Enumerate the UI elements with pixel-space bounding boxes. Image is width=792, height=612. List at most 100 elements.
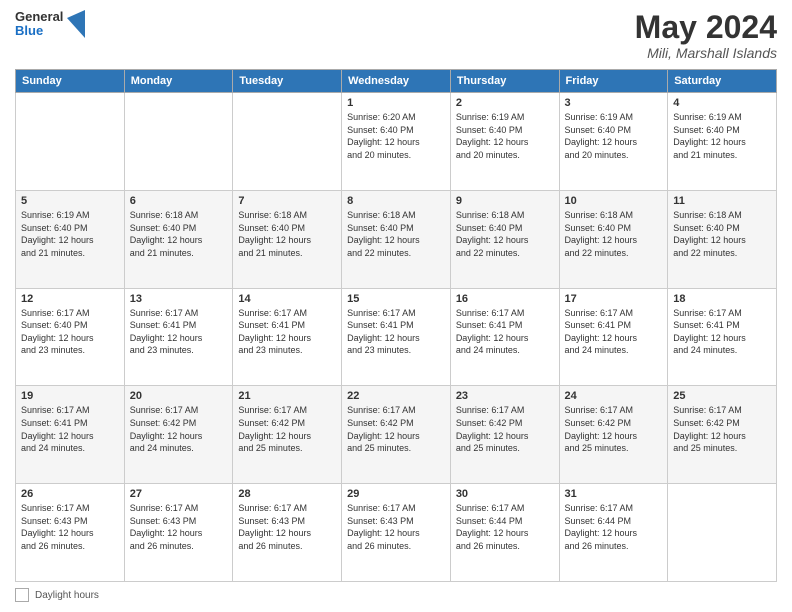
day-info: Sunrise: 6:17 AM Sunset: 6:44 PM Dayligh… [456,502,554,552]
day-number: 13 [130,293,228,305]
calendar-cell [668,484,777,582]
day-info: Sunrise: 6:18 AM Sunset: 6:40 PM Dayligh… [238,209,336,259]
day-info: Sunrise: 6:17 AM Sunset: 6:40 PM Dayligh… [21,307,119,357]
calendar-header-wednesday: Wednesday [342,70,451,93]
day-number: 9 [456,195,554,207]
calendar-week-row: 12Sunrise: 6:17 AM Sunset: 6:40 PM Dayli… [16,288,777,386]
day-number: 17 [565,293,663,305]
day-number: 20 [130,390,228,402]
day-number: 18 [673,293,771,305]
day-info: Sunrise: 6:18 AM Sunset: 6:40 PM Dayligh… [347,209,445,259]
day-info: Sunrise: 6:17 AM Sunset: 6:44 PM Dayligh… [565,502,663,552]
day-info: Sunrise: 6:17 AM Sunset: 6:43 PM Dayligh… [238,502,336,552]
day-info: Sunrise: 6:17 AM Sunset: 6:42 PM Dayligh… [347,404,445,454]
day-number: 22 [347,390,445,402]
day-number: 15 [347,293,445,305]
day-number: 26 [21,488,119,500]
calendar-cell: 2Sunrise: 6:19 AM Sunset: 6:40 PM Daylig… [450,93,559,191]
calendar-cell: 1 Sunrise: 6:20 AM Sunset: 6:40 PM Daylig… [342,93,451,191]
day-info: Sunrise: 6:18 AM Sunset: 6:40 PM Dayligh… [565,209,663,259]
day-number: 14 [238,293,336,305]
calendar-cell: 26 Sunrise: 6:17 AM Sunset: 6:43 PM Dayli… [16,484,125,582]
day-info: Sunrise: 6:19 AM Sunset: 6:40 PM Dayligh… [565,111,663,161]
footer: Daylight hours [15,588,777,602]
calendar-cell: 25 Sunrise: 6:17 AM Sunset: 6:42 PM Dayli… [668,386,777,484]
calendar-header-sunday: Sunday [16,70,125,93]
day-info: Sunrise: 6:17 AM Sunset: 6:41 PM Dayligh… [673,307,771,357]
calendar-cell: 12Sunrise: 6:17 AM Sunset: 6:40 PM Dayli… [16,288,125,386]
day-number: 31 [565,488,663,500]
calendar-cell: 18 Sunrise: 6:17 AM Sunset: 6:41 PM Dayli… [668,288,777,386]
day-info: Sunrise: 6:17 AM Sunset: 6:41 PM Dayligh… [347,307,445,357]
day-number: 10 [565,195,663,207]
calendar-header-monday: Monday [124,70,233,93]
calendar-cell: 7Sunrise: 6:18 AM Sunset: 6:40 PM Daylig… [233,190,342,288]
logo-general: General [15,10,63,24]
day-info: Sunrise: 6:19 AM Sunset: 6:40 PM Dayligh… [673,111,771,161]
day-info: Sunrise: 6:18 AM Sunset: 6:40 PM Dayligh… [130,209,228,259]
day-number: 19 [21,390,119,402]
page: General Blue May 2024 Mili, Marshall Isl… [0,0,792,612]
logo-blue: Blue [15,24,63,38]
calendar-cell: 19Sunrise: 6:17 AM Sunset: 6:41 PM Dayli… [16,386,125,484]
day-number: 16 [456,293,554,305]
day-info: Sunrise: 6:17 AM Sunset: 6:42 PM Dayligh… [673,404,771,454]
day-info: Sunrise: 6:18 AM Sunset: 6:40 PM Dayligh… [673,209,771,259]
day-number: 8 [347,195,445,207]
logo-icon [67,10,85,38]
day-number: 25 [673,390,771,402]
calendar-cell: 14 Sunrise: 6:17 AM Sunset: 6:41 PM Dayli… [233,288,342,386]
day-info: Sunrise: 6:19 AM Sunset: 6:40 PM Dayligh… [456,111,554,161]
calendar-cell: 6 Sunrise: 6:18 AM Sunset: 6:40 PM Daylig… [124,190,233,288]
calendar-cell: 3Sunrise: 6:19 AM Sunset: 6:40 PM Daylig… [559,93,668,191]
calendar-week-row: 1 Sunrise: 6:20 AM Sunset: 6:40 PM Daylig… [16,93,777,191]
day-number: 1 [347,97,445,109]
day-info: Sunrise: 6:17 AM Sunset: 6:41 PM Dayligh… [130,307,228,357]
day-info: Sunrise: 6:17 AM Sunset: 6:41 PM Dayligh… [565,307,663,357]
calendar-header-friday: Friday [559,70,668,93]
calendar-cell [233,93,342,191]
day-number: 30 [456,488,554,500]
day-info: Sunrise: 6:17 AM Sunset: 6:42 PM Dayligh… [238,404,336,454]
calendar-cell: 28 Sunrise: 6:17 AM Sunset: 6:43 PM Dayli… [233,484,342,582]
logo: General Blue [15,10,85,39]
day-info: Sunrise: 6:18 AM Sunset: 6:40 PM Dayligh… [456,209,554,259]
calendar-cell: 13 Sunrise: 6:17 AM Sunset: 6:41 PM Dayli… [124,288,233,386]
day-info: Sunrise: 6:17 AM Sunset: 6:43 PM Dayligh… [130,502,228,552]
calendar-cell: 11 Sunrise: 6:18 AM Sunset: 6:40 PM Dayli… [668,190,777,288]
day-info: Sunrise: 6:19 AM Sunset: 6:40 PM Dayligh… [21,209,119,259]
calendar-cell [16,93,125,191]
day-number: 4 [673,97,771,109]
day-number: 21 [238,390,336,402]
calendar-header-saturday: Saturday [668,70,777,93]
calendar-header-thursday: Thursday [450,70,559,93]
calendar-header-row: SundayMondayTuesdayWednesdayThursdayFrid… [16,70,777,93]
day-info: Sunrise: 6:17 AM Sunset: 6:41 PM Dayligh… [456,307,554,357]
calendar-cell: 23Sunrise: 6:17 AM Sunset: 6:42 PM Dayli… [450,386,559,484]
day-number: 11 [673,195,771,207]
header-right: May 2024 Mili, Marshall Islands [635,10,777,61]
day-number: 28 [238,488,336,500]
day-info: Sunrise: 6:17 AM Sunset: 6:43 PM Dayligh… [21,502,119,552]
day-info: Sunrise: 6:17 AM Sunset: 6:43 PM Dayligh… [347,502,445,552]
calendar-cell: 30 Sunrise: 6:17 AM Sunset: 6:44 PM Dayli… [450,484,559,582]
day-info: Sunrise: 6:20 AM Sunset: 6:40 PM Dayligh… [347,111,445,161]
calendar-cell: 22 Sunrise: 6:17 AM Sunset: 6:42 PM Dayli… [342,386,451,484]
calendar-cell: 20 Sunrise: 6:17 AM Sunset: 6:42 PM Dayli… [124,386,233,484]
day-info: Sunrise: 6:17 AM Sunset: 6:42 PM Dayligh… [130,404,228,454]
logo-text: General Blue [15,10,63,39]
calendar-cell: 29Sunrise: 6:17 AM Sunset: 6:43 PM Dayli… [342,484,451,582]
day-number: 24 [565,390,663,402]
calendar-cell: 10 Sunrise: 6:18 AM Sunset: 6:40 PM Dayli… [559,190,668,288]
calendar-header-tuesday: Tuesday [233,70,342,93]
day-info: Sunrise: 6:17 AM Sunset: 6:42 PM Dayligh… [456,404,554,454]
day-info: Sunrise: 6:17 AM Sunset: 6:41 PM Dayligh… [238,307,336,357]
calendar-cell [124,93,233,191]
daylight-box [15,588,29,602]
calendar-week-row: 19Sunrise: 6:17 AM Sunset: 6:41 PM Dayli… [16,386,777,484]
calendar-cell: 8 Sunrise: 6:18 AM Sunset: 6:40 PM Daylig… [342,190,451,288]
daylight-label: Daylight hours [35,590,99,601]
calendar-cell: 16 Sunrise: 6:17 AM Sunset: 6:41 PM Dayli… [450,288,559,386]
day-number: 6 [130,195,228,207]
calendar-cell: 5Sunrise: 6:19 AM Sunset: 6:40 PM Daylig… [16,190,125,288]
